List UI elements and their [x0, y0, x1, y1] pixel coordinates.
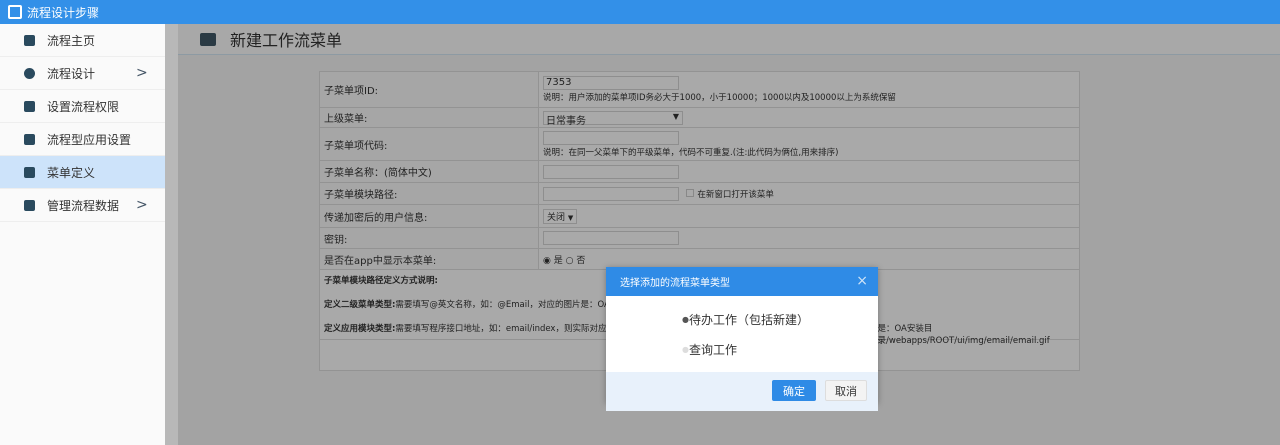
menu-id-input[interactable]: 7353: [543, 76, 679, 90]
field-label: 子菜单项ID:: [319, 71, 539, 108]
page-header: 新建工作流菜单: [178, 24, 1280, 55]
dropdown-arrow-icon: ▼: [672, 111, 679, 121]
option-todo-work[interactable]: ● 待办工作（包括新建）: [682, 304, 878, 334]
sidebar-scrollbar[interactable]: [165, 24, 178, 445]
page-title: 新建工作流菜单: [230, 31, 343, 50]
app-yes-radio[interactable]: ◉: [543, 256, 551, 266]
note2-title: 定义应用模块类型:: [324, 323, 396, 334]
new-window-label: 在新窗口打开该菜单: [697, 189, 774, 200]
app-title: 流程设计步骤: [27, 5, 100, 20]
code-note: 说明：在同一父菜单下的平级菜单，代码不可重复.(注:此代码为俩位,用来排序): [543, 147, 839, 158]
sidebar-item-label: 管理流程数据: [47, 198, 120, 213]
app-yes-label: 是: [553, 255, 563, 266]
field-label: 子菜单项代码:: [319, 127, 539, 161]
dialog-title: 选择添加的流程菜单类型: [620, 278, 730, 289]
encrypt-select[interactable]: 关闭 ▼: [543, 208, 578, 224]
close-icon[interactable]: ×: [856, 273, 868, 289]
field-label: 子菜单模块路径:: [319, 182, 539, 205]
grid-icon: [24, 199, 35, 211]
parent-menu-select[interactable]: 日常事务 ▼: [543, 110, 683, 127]
new-window-checkbox[interactable]: [686, 188, 695, 197]
note1-title: 定义二级菜单类型:: [324, 299, 396, 310]
sidebar-item-label: 流程型应用设置: [47, 132, 132, 147]
confirm-button[interactable]: 确定: [772, 380, 816, 401]
field-label: 传递加密后的用户信息:: [319, 204, 539, 228]
folder-add-icon: [200, 32, 216, 46]
cancel-button[interactable]: 取消: [825, 380, 867, 401]
sidebar-item-manage-data[interactable]: 管理流程数据 >: [0, 189, 165, 222]
radio-checked-icon: ●: [682, 314, 689, 324]
option-query-work[interactable]: ● 查询工作: [682, 334, 878, 364]
lock-icon: [24, 133, 35, 145]
menu-code-input[interactable]: [543, 130, 679, 145]
parent-menu-value: 日常事务: [546, 115, 586, 127]
sidebar-item-label: 流程设计: [47, 66, 96, 81]
notes-title: 子菜单模块路径定义方式说明:: [324, 275, 438, 286]
menu-type-dialog: 选择添加的流程菜单类型 × ● 待办工作（包括新建） ● 查询工作 确定 取消: [606, 267, 878, 411]
radio-unchecked-icon: ●: [682, 344, 689, 354]
sidebar-item-label: 菜单定义: [47, 165, 96, 180]
note2-tail: 是：OA安装目录/webapps/ROOT/ui/img/email/email…: [877, 323, 1050, 346]
encrypt-value: 关闭: [547, 212, 566, 223]
field-label: 子菜单名称：(简体中文): [319, 160, 539, 183]
sidebar-item-label: 流程主页: [47, 33, 96, 48]
note2-text: 需要填写程序接口地址，如：email/index，则实际对应的: [395, 323, 615, 334]
field-label: 是否在app中显示本菜单:: [319, 248, 539, 270]
app-no-radio[interactable]: ○: [566, 256, 574, 266]
sidebar-item-menu-definition[interactable]: 菜单定义: [0, 156, 165, 189]
cycle-icon: [24, 67, 35, 79]
app-logo-icon: [8, 5, 22, 19]
sidebar: 流程主页 流程设计 > 设置流程权限 流程型应用设置 菜单定义 管理流程数据 >: [0, 24, 165, 445]
menu-name-input[interactable]: [543, 164, 679, 179]
sidebar-item-label: 设置流程权限: [47, 99, 120, 114]
key-input[interactable]: [543, 231, 679, 245]
sidebar-item-design[interactable]: 流程设计 >: [0, 57, 165, 90]
note1-text: 需要填写@英文名称，如：@Email，对应的图片是：OA: [395, 299, 610, 310]
dropdown-arrow-icon: ▼: [567, 213, 574, 222]
home-icon: [24, 34, 35, 46]
app-titlebar: 流程设计步骤: [0, 0, 1280, 24]
id-note: 说明：用户添加的菜单项ID务必大于1000，小于10000；1000以内及100…: [543, 93, 896, 103]
lock-icon: [24, 100, 35, 112]
option-label: 待办工作（包括新建）: [688, 312, 809, 327]
chevron-right-icon: >: [136, 65, 148, 81]
sidebar-item-permissions[interactable]: 设置流程权限: [0, 90, 165, 123]
sidebar-item-home[interactable]: 流程主页: [0, 24, 165, 57]
module-path-input[interactable]: [543, 186, 679, 201]
app-no-label: 否: [576, 255, 586, 266]
field-label: 上级菜单:: [319, 107, 539, 128]
sidebar-item-app-settings[interactable]: 流程型应用设置: [0, 123, 165, 156]
option-label: 查询工作: [688, 342, 737, 357]
document-icon: [24, 166, 35, 178]
field-label: 密钥:: [319, 227, 539, 249]
chevron-right-icon: >: [136, 197, 148, 213]
